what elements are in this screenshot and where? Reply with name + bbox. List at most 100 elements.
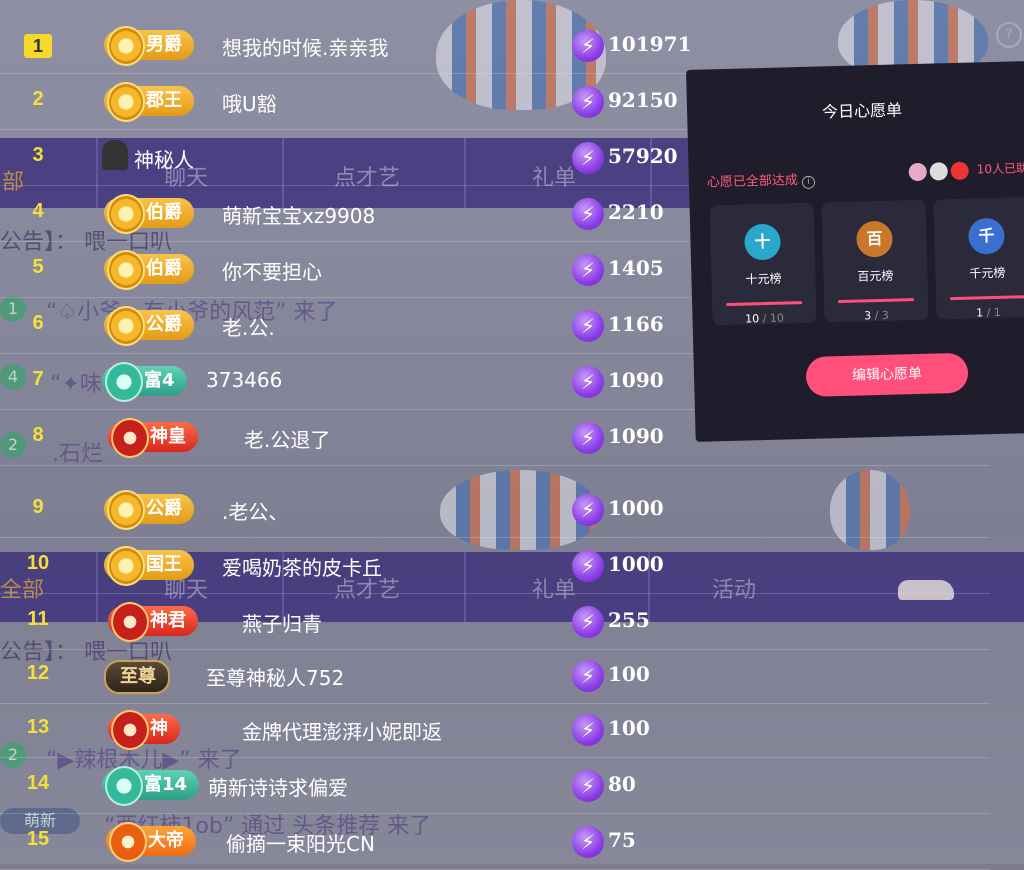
badge-label: 富14 bbox=[144, 774, 188, 795]
progress-bar bbox=[950, 295, 1024, 301]
medal-icon: 千 bbox=[967, 217, 1005, 255]
panel-title: 今日心愿单 bbox=[821, 100, 903, 122]
username[interactable]: 你不要担心 bbox=[222, 256, 322, 285]
noble-badge: 富14 bbox=[102, 766, 200, 806]
badge-label: 国王 bbox=[146, 554, 182, 575]
lightning-icon: ⚡ bbox=[572, 254, 604, 286]
username[interactable]: 老.公退了 bbox=[244, 424, 330, 453]
noble-badge: 伯爵 bbox=[104, 250, 194, 290]
helped-count: 10人已助 bbox=[976, 161, 1024, 177]
ranking-row[interactable]: 11 神君 燕子归青 ⚡ 255 bbox=[0, 594, 990, 650]
badge-emblem-icon bbox=[107, 546, 145, 586]
ranking-row[interactable]: 15 大帝 偷摘一束阳光CN ⚡ 75 bbox=[0, 814, 990, 870]
username[interactable]: 老.公. bbox=[222, 312, 275, 341]
row-divider bbox=[0, 465, 990, 466]
lightning-icon: ⚡ bbox=[572, 30, 604, 62]
lightning-icon: ⚡ bbox=[572, 494, 604, 526]
badge-emblem-icon bbox=[105, 362, 143, 402]
contribution-score: 2210 bbox=[608, 200, 664, 224]
noble-badge: 公爵 bbox=[104, 490, 194, 530]
lightning-icon: ⚡ bbox=[572, 310, 604, 342]
noble-badge: 富4 bbox=[102, 362, 187, 402]
username[interactable]: 想我的时候.亲亲我 bbox=[222, 32, 388, 61]
ranking-row[interactable]: 10 国王 爱喝奶茶的皮卡丘 ⚡ 1000 bbox=[0, 538, 990, 594]
contribution-score: 100 bbox=[608, 662, 650, 686]
rank-number: 4 bbox=[32, 200, 44, 222]
rank-number: 11 bbox=[27, 608, 49, 630]
badge-label: 郡王 bbox=[146, 90, 182, 111]
username[interactable]: 神秘人 bbox=[134, 144, 194, 173]
noble-badge: 大帝 bbox=[106, 822, 196, 862]
badge-label: 神 bbox=[150, 718, 168, 739]
username[interactable]: .老公、 bbox=[222, 496, 288, 525]
rank-number: 5 bbox=[32, 256, 44, 278]
lightning-icon: ⚡ bbox=[572, 198, 604, 230]
contribution-score: 75 bbox=[608, 828, 636, 852]
wish-card-thousand[interactable]: 千 千元榜 1 / 1 bbox=[933, 196, 1024, 320]
contribution-score: 1000 bbox=[608, 552, 664, 576]
lightning-icon: ⚡ bbox=[572, 714, 604, 746]
noble-badge: 至尊 bbox=[104, 660, 170, 694]
wish-progress: 1 / 1 bbox=[975, 305, 1001, 320]
rank-number: 12 bbox=[26, 662, 50, 684]
wish-progress: 10 / 10 bbox=[745, 311, 785, 326]
wish-list-panel: 今日心愿单 心愿已全部达成 i 10人已助 十 十元榜 10 / 10 百 百元榜… bbox=[686, 60, 1024, 442]
username[interactable]: 金牌代理澎湃小妮即返 bbox=[242, 716, 442, 745]
noble-badge: 男爵 bbox=[104, 26, 194, 66]
badge-label: 男爵 bbox=[146, 34, 182, 55]
username[interactable]: 燕子归青 bbox=[242, 608, 322, 637]
username[interactable]: 萌新诗诗求偏爱 bbox=[208, 772, 348, 801]
rank-number: 13 bbox=[26, 716, 50, 738]
badge-emblem-icon bbox=[111, 710, 149, 750]
lightning-icon: ⚡ bbox=[572, 422, 604, 454]
username[interactable]: 哦U豁 bbox=[222, 88, 277, 117]
badge-label: 神君 bbox=[150, 610, 186, 631]
progress-bar bbox=[726, 301, 803, 307]
help-icon[interactable]: ? bbox=[996, 22, 1022, 48]
wish-status: 心愿已全部达成 i bbox=[707, 169, 816, 192]
wish-card-ten[interactable]: 十 十元榜 10 / 10 bbox=[709, 202, 817, 326]
badge-emblem-icon bbox=[107, 194, 145, 234]
avatar bbox=[929, 161, 948, 181]
username[interactable]: 至尊神秘人752 bbox=[206, 662, 344, 691]
username[interactable]: 373466 bbox=[206, 368, 282, 392]
lightning-icon: ⚡ bbox=[572, 86, 604, 118]
ranking-row[interactable]: 13 神 金牌代理澎湃小妮即返 ⚡ 100 bbox=[0, 702, 990, 758]
wish-card-label: 十元榜 bbox=[745, 271, 782, 287]
ranking-row[interactable]: 12 至尊 至尊神秘人752 ⚡ 100 bbox=[0, 648, 990, 704]
contribution-score: 1090 bbox=[608, 368, 664, 392]
noble-badge: 郡王 bbox=[104, 82, 194, 122]
contribution-score: 101971 bbox=[608, 32, 692, 56]
badge-emblem-icon bbox=[107, 26, 145, 66]
rank-number: 15 bbox=[26, 828, 50, 850]
rank-number: 3 bbox=[32, 144, 44, 166]
rank-number: 1 bbox=[24, 34, 52, 58]
username[interactable]: 偷摘一束阳光CN bbox=[226, 828, 375, 857]
badge-label: 公爵 bbox=[146, 314, 182, 335]
rank-number: 8 bbox=[32, 424, 44, 446]
info-icon[interactable]: i bbox=[801, 175, 816, 189]
contribution-score: 1090 bbox=[608, 424, 664, 448]
ranking-row[interactable]: 9 公爵 .老公、 ⚡ 1000 bbox=[0, 482, 990, 538]
lightning-icon: ⚡ bbox=[572, 826, 604, 858]
mystery-avatar bbox=[102, 140, 128, 170]
lightning-icon: ⚡ bbox=[572, 770, 604, 802]
badge-label: 公爵 bbox=[146, 498, 182, 519]
badge-label: 富4 bbox=[144, 370, 175, 391]
noble-badge: 伯爵 bbox=[104, 194, 194, 234]
rank-number: 6 bbox=[32, 312, 44, 334]
medal-icon: 十 bbox=[744, 223, 781, 261]
lightning-icon: ⚡ bbox=[572, 366, 604, 398]
noble-badge: 公爵 bbox=[104, 306, 194, 346]
username[interactable]: 爱喝奶茶的皮卡丘 bbox=[222, 552, 382, 581]
noble-badge: 神 bbox=[108, 710, 180, 750]
badge-emblem-icon bbox=[111, 418, 149, 458]
contribution-score: 80 bbox=[608, 772, 636, 796]
wish-card-hundred[interactable]: 百 百元榜 3 / 3 bbox=[821, 199, 929, 323]
badge-label: 至尊 bbox=[120, 666, 156, 687]
lightning-icon: ⚡ bbox=[572, 550, 604, 582]
username[interactable]: 萌新宝宝xz9908 bbox=[222, 200, 375, 229]
ranking-row[interactable]: 14 富14 萌新诗诗求偏爱 ⚡ 80 bbox=[0, 758, 990, 814]
edit-wish-list-button[interactable]: 编辑心愿单 bbox=[805, 352, 969, 397]
badge-emblem-icon bbox=[109, 822, 147, 862]
